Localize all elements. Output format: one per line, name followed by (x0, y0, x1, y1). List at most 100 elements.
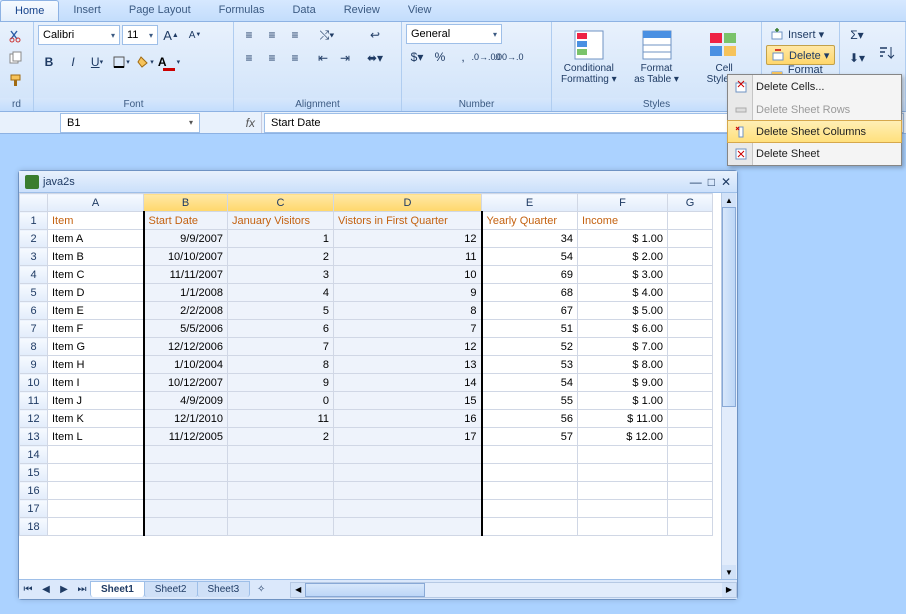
col-header-G[interactable]: G (668, 194, 713, 212)
bold-button[interactable]: B (38, 51, 60, 73)
row-header-18[interactable]: 18 (20, 518, 48, 536)
cell-G6[interactable] (668, 302, 713, 320)
cell-E4[interactable]: 69 (482, 266, 578, 284)
fill-color-button[interactable]: ▾ (134, 51, 156, 73)
cell-B15[interactable] (144, 464, 228, 482)
cell-C7[interactable]: 6 (228, 320, 334, 338)
cell-C2[interactable]: 1 (228, 230, 334, 248)
fx-icon[interactable]: fx (202, 112, 262, 133)
cell-B13[interactable]: 11/12/2005 (144, 428, 228, 446)
cell-E18[interactable] (482, 518, 578, 536)
new-sheet-icon[interactable]: ✧ (252, 581, 270, 599)
cell-B11[interactable]: 4/9/2009 (144, 392, 228, 410)
cell-E12[interactable]: 56 (482, 410, 578, 428)
format-as-table-button[interactable]: Format as Table ▾ (624, 24, 690, 90)
delete-columns-menuitem[interactable]: Delete Sheet Columns (727, 120, 902, 143)
cell-B14[interactable] (144, 446, 228, 464)
cell-D7[interactable]: 7 (334, 320, 482, 338)
cell-A9[interactable]: Item H (48, 356, 144, 374)
row-header-16[interactable]: 16 (20, 482, 48, 500)
cell-E10[interactable]: 54 (482, 374, 578, 392)
cell-C14[interactable] (228, 446, 334, 464)
cell-D8[interactable]: 12 (334, 338, 482, 356)
col-header-F[interactable]: F (578, 194, 668, 212)
cell-C1[interactable]: January Visitors (228, 212, 334, 230)
cell-C18[interactable] (228, 518, 334, 536)
cell-A8[interactable]: Item G (48, 338, 144, 356)
cell-F6[interactable]: $ 5.00 (578, 302, 668, 320)
col-header-A[interactable]: A (48, 194, 144, 212)
hscroll-thumb[interactable] (305, 583, 425, 597)
cell-A16[interactable] (48, 482, 144, 500)
cell-E2[interactable]: 34 (482, 230, 578, 248)
cell-G2[interactable] (668, 230, 713, 248)
cell-A17[interactable] (48, 500, 144, 518)
align-middle-icon[interactable]: ≡ (261, 24, 283, 46)
cell-E15[interactable] (482, 464, 578, 482)
cell-B10[interactable]: 10/12/2007 (144, 374, 228, 392)
cell-B1[interactable]: Start Date (144, 212, 228, 230)
cell-D15[interactable] (334, 464, 482, 482)
tab-page-layout[interactable]: Page Layout (115, 0, 205, 21)
copy-icon[interactable] (6, 48, 26, 68)
shrink-font-icon[interactable]: A▼ (184, 24, 206, 46)
align-right-icon[interactable]: ≡ (284, 47, 306, 69)
row-header-8[interactable]: 8 (20, 338, 48, 356)
tab-home[interactable]: Home (0, 0, 59, 21)
cell-D9[interactable]: 13 (334, 356, 482, 374)
cell-G14[interactable] (668, 446, 713, 464)
tab-insert[interactable]: Insert (59, 0, 115, 21)
insert-cells-button[interactable]: Insert ▾ (766, 24, 835, 44)
cell-A10[interactable]: Item I (48, 374, 144, 392)
cell-D12[interactable]: 16 (334, 410, 482, 428)
cell-F15[interactable] (578, 464, 668, 482)
row-header-17[interactable]: 17 (20, 500, 48, 518)
grow-font-icon[interactable]: A▲ (160, 24, 182, 46)
cell-G7[interactable] (668, 320, 713, 338)
col-header-C[interactable]: C (228, 194, 334, 212)
scroll-down-icon[interactable]: ▼ (722, 565, 736, 579)
cell-B17[interactable] (144, 500, 228, 518)
scroll-right-icon[interactable]: ▶ (722, 583, 736, 597)
cell-C5[interactable]: 4 (228, 284, 334, 302)
name-box[interactable]: B1▾ (60, 113, 200, 133)
row-header-13[interactable]: 13 (20, 428, 48, 446)
delete-cells-menuitem[interactable]: Delete Cells... (728, 75, 901, 98)
cell-A6[interactable]: Item E (48, 302, 144, 320)
cell-G11[interactable] (668, 392, 713, 410)
cell-C3[interactable]: 2 (228, 248, 334, 266)
delete-cells-button[interactable]: Delete ▾ (766, 45, 835, 65)
cell-F7[interactable]: $ 6.00 (578, 320, 668, 338)
row-header-7[interactable]: 7 (20, 320, 48, 338)
align-top-icon[interactable]: ≡ (238, 24, 260, 46)
vscroll-thumb[interactable] (722, 207, 736, 407)
font-name-combo[interactable]: Calibri▾ (38, 25, 120, 45)
cell-F2[interactable]: $ 1.00 (578, 230, 668, 248)
cell-C17[interactable] (228, 500, 334, 518)
cell-F14[interactable] (578, 446, 668, 464)
cell-F16[interactable] (578, 482, 668, 500)
cell-E14[interactable] (482, 446, 578, 464)
align-left-icon[interactable]: ≡ (238, 47, 260, 69)
cell-B8[interactable]: 12/12/2006 (144, 338, 228, 356)
cell-G1[interactable] (668, 212, 713, 230)
tab-nav-first-icon[interactable]: ⏮ (19, 581, 37, 599)
cell-D2[interactable]: 12 (334, 230, 482, 248)
cell-F4[interactable]: $ 3.00 (578, 266, 668, 284)
cell-F5[interactable]: $ 4.00 (578, 284, 668, 302)
cell-A14[interactable] (48, 446, 144, 464)
cell-B4[interactable]: 11/11/2007 (144, 266, 228, 284)
cell-B16[interactable] (144, 482, 228, 500)
cell-E11[interactable]: 55 (482, 392, 578, 410)
cell-D1[interactable]: Vistors in First Quarter (334, 212, 482, 230)
delete-sheet-menuitem[interactable]: Delete Sheet (728, 142, 901, 165)
cell-G4[interactable] (668, 266, 713, 284)
cell-E1[interactable]: Yearly Quarter (482, 212, 578, 230)
cell-G8[interactable] (668, 338, 713, 356)
cell-C9[interactable]: 8 (228, 356, 334, 374)
row-header-6[interactable]: 6 (20, 302, 48, 320)
number-format-combo[interactable]: General▾ (406, 24, 502, 44)
cell-A7[interactable]: Item F (48, 320, 144, 338)
italic-button[interactable]: I (62, 51, 84, 73)
cell-A3[interactable]: Item B (48, 248, 144, 266)
